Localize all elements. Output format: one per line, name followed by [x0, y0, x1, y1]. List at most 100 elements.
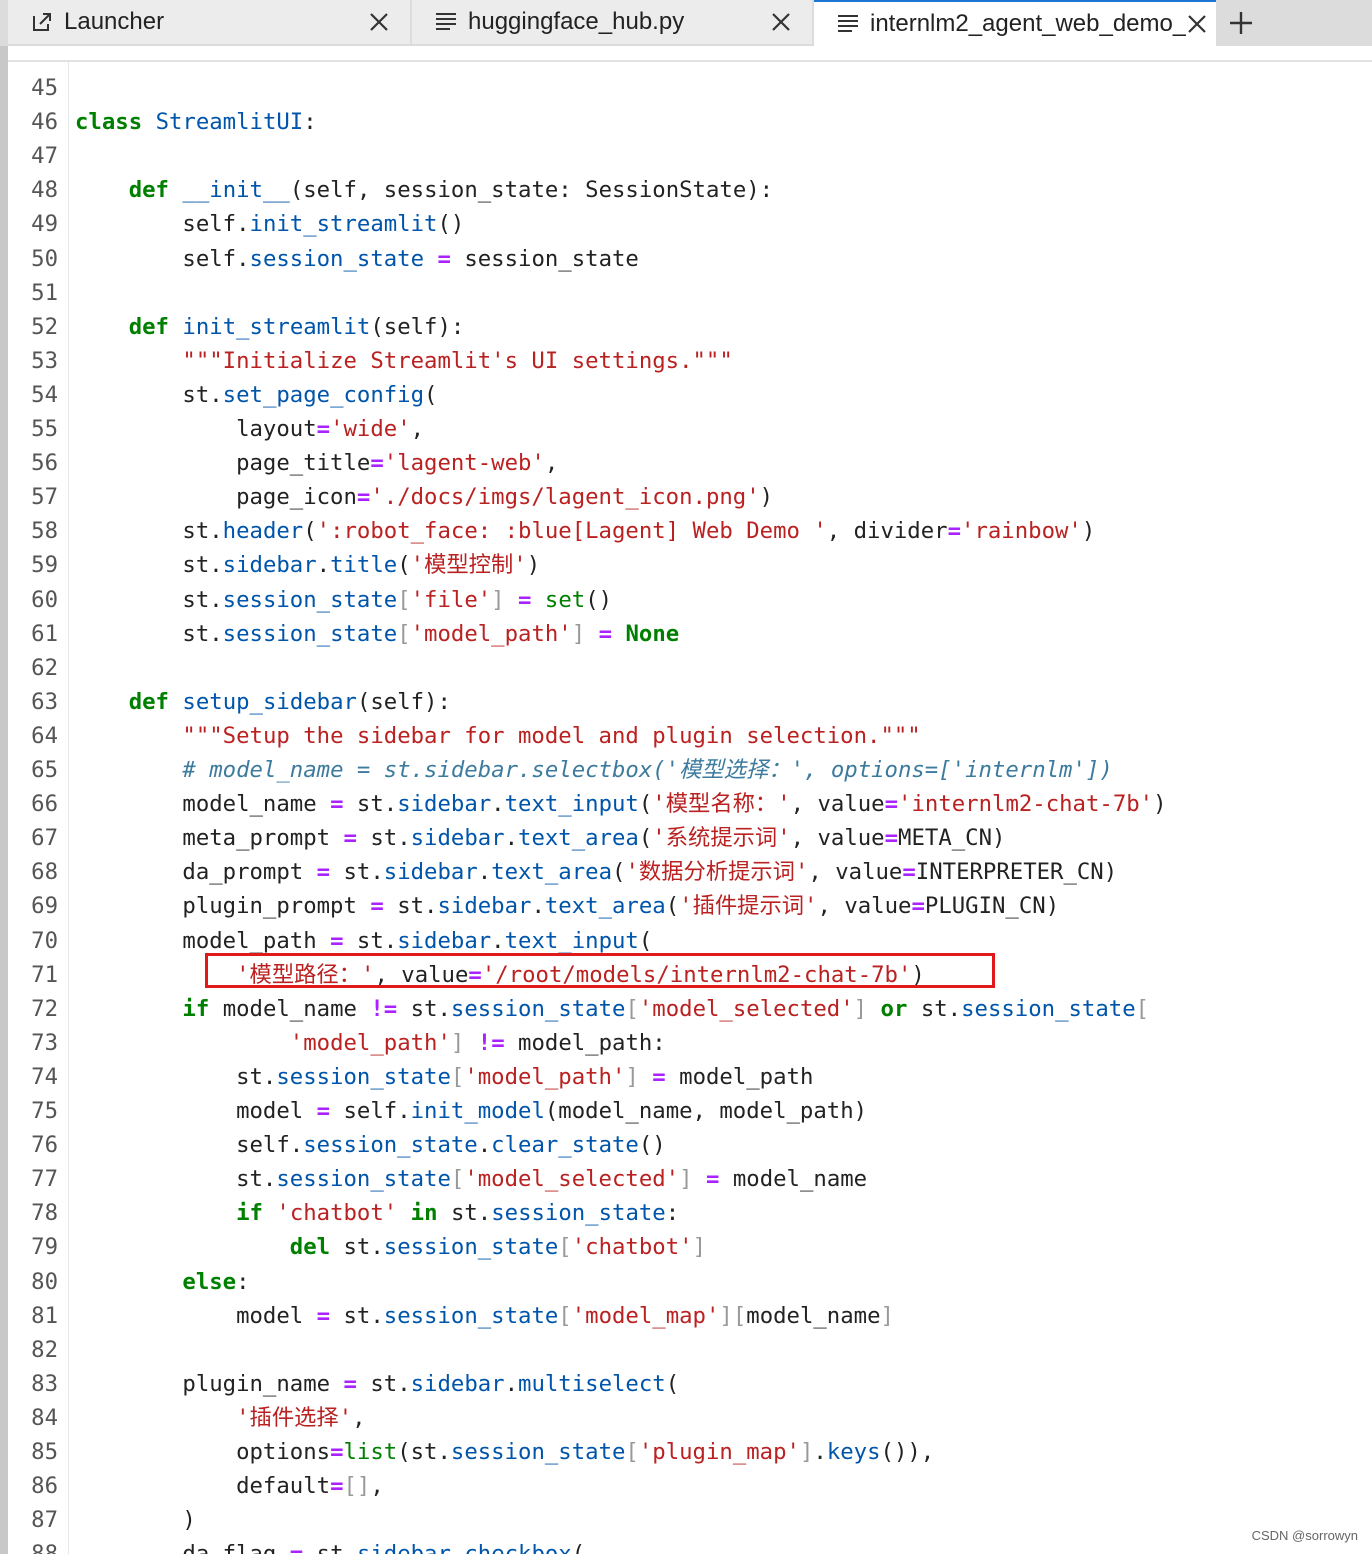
code-token: [ [558, 1302, 572, 1329]
code-token: = [518, 586, 532, 613]
code-token: = [468, 961, 482, 988]
code-text: st.session_state['model_path'] = model_p… [75, 1060, 813, 1094]
code-token: init_streamlit [182, 313, 371, 340]
code-line[interactable]: 47 [8, 139, 1372, 173]
code-line[interactable]: 53 """Initialize Streamlit's UI settings… [8, 344, 1372, 378]
code-line[interactable]: 61 st.session_state['model_path'] = None [8, 617, 1372, 651]
code-token: da_flag [75, 1541, 290, 1554]
code-line[interactable]: 69 plugin_prompt = st.sidebar.text_area(… [8, 889, 1372, 923]
code-line[interactable]: 55 layout='wide', [8, 412, 1372, 446]
code-token: class [75, 109, 143, 136]
code-line[interactable]: 46 class StreamlitUI: [8, 105, 1372, 139]
code-token: ] [625, 1063, 639, 1090]
code-text: self.session_state.clear_state() [75, 1128, 666, 1162]
code-token: != [477, 1029, 505, 1056]
code-line[interactable]: 79 del st.session_state['chatbot'] [8, 1230, 1372, 1264]
code-line[interactable]: 66 model_name = st.sidebar.text_input('模… [8, 787, 1372, 821]
code-token: 'lagent-web' [383, 450, 545, 477]
code-line[interactable]: 64 """Setup the sidebar for model and pl… [8, 719, 1372, 753]
code-token: [ [625, 1439, 639, 1465]
code-line[interactable]: 88 da_flag = st.sidebar.checkbox( [8, 1537, 1372, 1554]
code-token: ) [1153, 791, 1167, 818]
code-line[interactable]: 73 'model_path'] != model_path: [8, 1026, 1372, 1060]
code-token: 'internlm2-chat-7b' [898, 791, 1154, 818]
code-line[interactable]: 85 options=list(st.session_state['plugin… [8, 1435, 1372, 1469]
code-line[interactable]: 59 st.sidebar.title('模型控制') [8, 548, 1372, 582]
code-text: st.session_state['model_path'] = None [75, 617, 679, 651]
code-token: ] [450, 1029, 465, 1056]
code-text: page_icon='./docs/imgs/lagent_icon.png') [75, 480, 773, 514]
code-token: text_input [504, 927, 639, 954]
code-token: [ [450, 1063, 465, 1090]
code-line[interactable]: 74 st.session_state['model_path'] = mode… [8, 1060, 1372, 1094]
code-token: st. [303, 1541, 357, 1554]
line-number: 60 [31, 586, 58, 613]
close-icon[interactable] [770, 11, 792, 33]
line-number: 85 [31, 1439, 58, 1465]
code-line[interactable]: 86 default=[], [8, 1469, 1372, 1503]
code-line[interactable]: 81 model = st.session_state['model_map']… [8, 1299, 1372, 1333]
code-token: StreamlitUI [155, 109, 304, 136]
code-line[interactable]: 71 '模型路径：', value='/root/models/internlm… [8, 958, 1372, 992]
code-token: = [902, 859, 916, 886]
code-line[interactable]: 76 self.session_state.clear_state() [8, 1128, 1372, 1162]
code-token: in [410, 1200, 438, 1227]
code-line[interactable]: 80 else: [8, 1265, 1372, 1299]
code-token: (self, session_state: SessionState): [289, 177, 774, 204]
code-token: sidebar [357, 1541, 451, 1554]
line-number: 62 [31, 654, 58, 681]
code-line[interactable]: 77 st.session_state['model_selected'] = … [8, 1162, 1372, 1196]
code-line[interactable]: 82 [8, 1333, 1372, 1367]
code-line[interactable]: 57 page_icon='./docs/imgs/lagent_icon.pn… [8, 480, 1372, 514]
code-line[interactable]: 50 self.session_state = session_state [8, 242, 1372, 276]
code-token: = [884, 791, 899, 818]
code-line[interactable]: 63 def setup_sidebar(self): [8, 685, 1372, 719]
code-token: st. [343, 791, 398, 818]
tab-launcher[interactable]: Launcher [8, 0, 410, 44]
code-line[interactable]: 65 # model_name = st.sidebar.selectbox('… [8, 753, 1372, 787]
code-line[interactable]: 56 page_title='lagent-web', [8, 446, 1372, 480]
code-line[interactable]: 72 if model_name != st.session_state['mo… [8, 992, 1372, 1026]
tab-internlm2-agent-web-demo[interactable]: internlm2_agent_web_demo_ [814, 0, 1216, 46]
tab-huggingface-hub[interactable]: huggingface_hub.py [412, 0, 812, 44]
code-line[interactable]: 45 [8, 71, 1372, 105]
code-line[interactable]: 58 st.header(':robot_face: :blue[Lagent]… [8, 514, 1372, 548]
close-icon[interactable] [1186, 13, 1208, 35]
code-token: def [128, 688, 169, 715]
close-icon[interactable] [368, 11, 390, 33]
code-text: self.init_streamlit() [75, 207, 464, 241]
code-token: = [884, 825, 899, 852]
code-line[interactable]: 49 self.init_streamlit() [8, 207, 1372, 241]
code-line[interactable]: 60 st.session_state['file'] = set() [8, 583, 1372, 617]
code-line[interactable]: 52 def init_streamlit(self): [8, 310, 1372, 344]
code-line[interactable]: 78 if 'chatbot' in st.session_state: [8, 1196, 1372, 1230]
code-text: 'model_path'] != model_path: [75, 1026, 666, 1060]
code-line[interactable]: 51 [8, 276, 1372, 310]
code-editor[interactable]: 45 46 class StreamlitUI: 47 48 def __init__(… [8, 62, 1372, 1554]
code-line[interactable]: 54 st.set_page_config( [8, 378, 1372, 412]
code-token: (model_name, model_path) [544, 1098, 868, 1124]
code-line[interactable]: 87 ) [8, 1503, 1372, 1537]
plus-icon[interactable] [1224, 6, 1258, 40]
code-line[interactable]: 75 model = self.init_model(model_name, m… [8, 1094, 1372, 1128]
code-line[interactable]: 84 '插件选择', [8, 1401, 1372, 1435]
code-line[interactable]: 48 def __init__(self, session_state: Ses… [8, 173, 1372, 207]
code-line[interactable]: 83 plugin_name = st.sidebar.multiselect( [8, 1367, 1372, 1401]
code-token: model_path: [504, 1029, 666, 1056]
line-number: 77 [31, 1166, 58, 1193]
code-text: model_name = st.sidebar.text_input('模型名称… [75, 787, 1167, 821]
code-line[interactable]: 67 meta_prompt = st.sidebar.text_area('系… [8, 821, 1372, 855]
code-line[interactable]: 62 [8, 651, 1372, 685]
code-token: self. [75, 1132, 304, 1159]
code-token: = [705, 1166, 720, 1193]
code-text: def setup_sidebar(self): [75, 685, 451, 719]
code-line[interactable]: 70 model_path = st.sidebar.text_input( [8, 924, 1372, 958]
code-token: = [316, 1098, 331, 1124]
code-line[interactable]: 68 da_prompt = st.sidebar.text_area('数据分… [8, 855, 1372, 889]
